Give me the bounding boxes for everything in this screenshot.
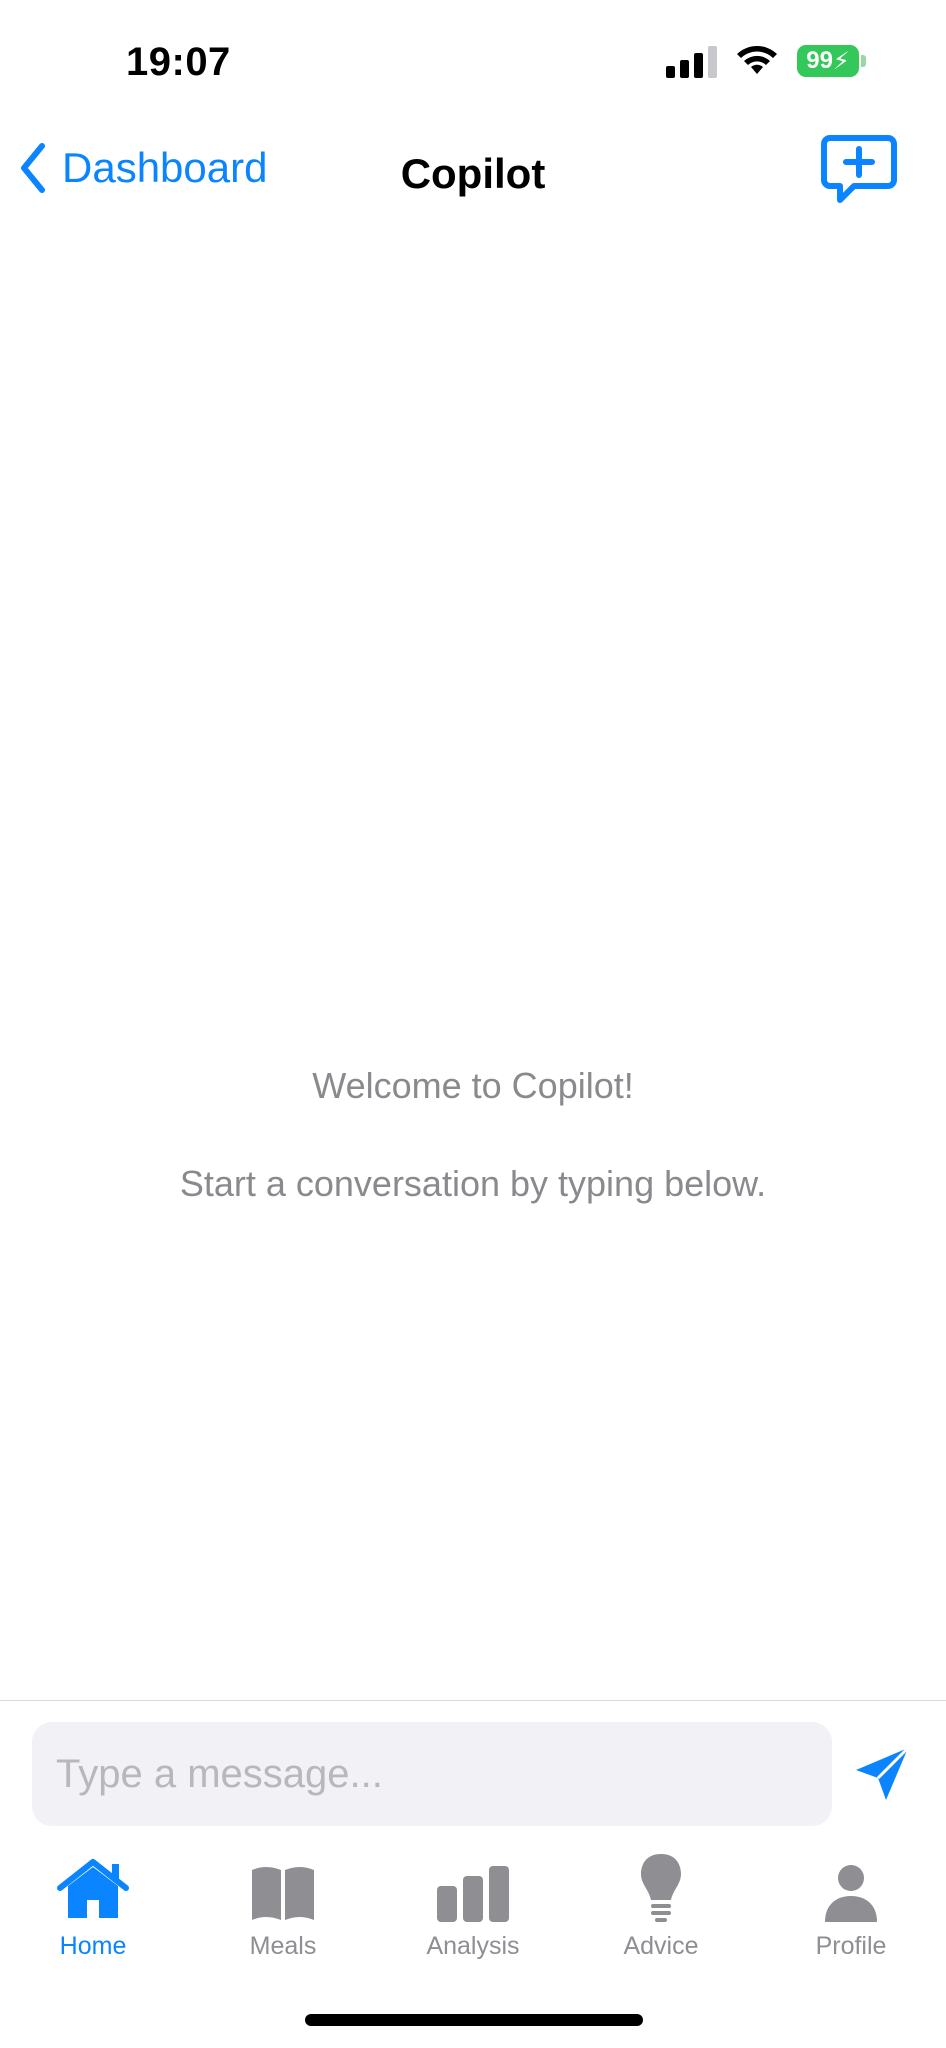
tab-home[interactable]: Home bbox=[18, 1850, 168, 1961]
status-time: 19:07 bbox=[126, 40, 231, 84]
empty-hint: Start a conversation by typing below. bbox=[179, 1163, 767, 1204]
tab-bar: Home Meals Analysis Advice Profile bbox=[0, 1850, 946, 1970]
cellular-signal-icon bbox=[666, 44, 717, 78]
book-icon bbox=[252, 1867, 314, 1920]
tab-label: Meals bbox=[249, 1932, 317, 1960]
page-title: Copilot bbox=[400, 150, 546, 197]
navigation-bar: Dashboard Copilot bbox=[0, 120, 946, 230]
lightbulb-icon bbox=[641, 1854, 681, 1922]
send-button[interactable] bbox=[852, 1744, 912, 1804]
new-chat-button[interactable] bbox=[820, 134, 898, 206]
tab-analysis[interactable]: Analysis bbox=[398, 1850, 548, 1961]
message-input[interactable] bbox=[32, 1722, 832, 1826]
composer-divider bbox=[0, 1700, 946, 1701]
battery-icon: 99 ⚡ bbox=[797, 45, 866, 77]
tab-profile[interactable]: Profile bbox=[776, 1850, 926, 1961]
tab-label: Home bbox=[59, 1932, 127, 1960]
tab-advice[interactable]: Advice bbox=[586, 1850, 736, 1961]
house-icon bbox=[57, 1859, 129, 1918]
send-icon bbox=[856, 1746, 910, 1800]
tab-meals[interactable]: Meals bbox=[208, 1850, 358, 1961]
status-icons: 99 ⚡ bbox=[666, 44, 866, 78]
bar-chart-icon bbox=[437, 1866, 509, 1922]
new-chat-icon bbox=[821, 135, 897, 203]
tab-label: Advice bbox=[623, 1932, 699, 1960]
welcome-message: Welcome to Copilot! bbox=[312, 1065, 634, 1106]
status-bar: 19:07 99 ⚡ bbox=[0, 0, 946, 120]
wifi-icon bbox=[737, 46, 777, 74]
tab-label: Analysis bbox=[426, 1932, 520, 1960]
battery-level: 99 ⚡ bbox=[797, 45, 859, 77]
empty-state: Welcome to Copilot! Start a conversation… bbox=[0, 1065, 946, 1205]
home-indicator bbox=[305, 2014, 643, 2026]
tab-label: Profile bbox=[815, 1932, 887, 1960]
person-icon bbox=[825, 1865, 877, 1922]
